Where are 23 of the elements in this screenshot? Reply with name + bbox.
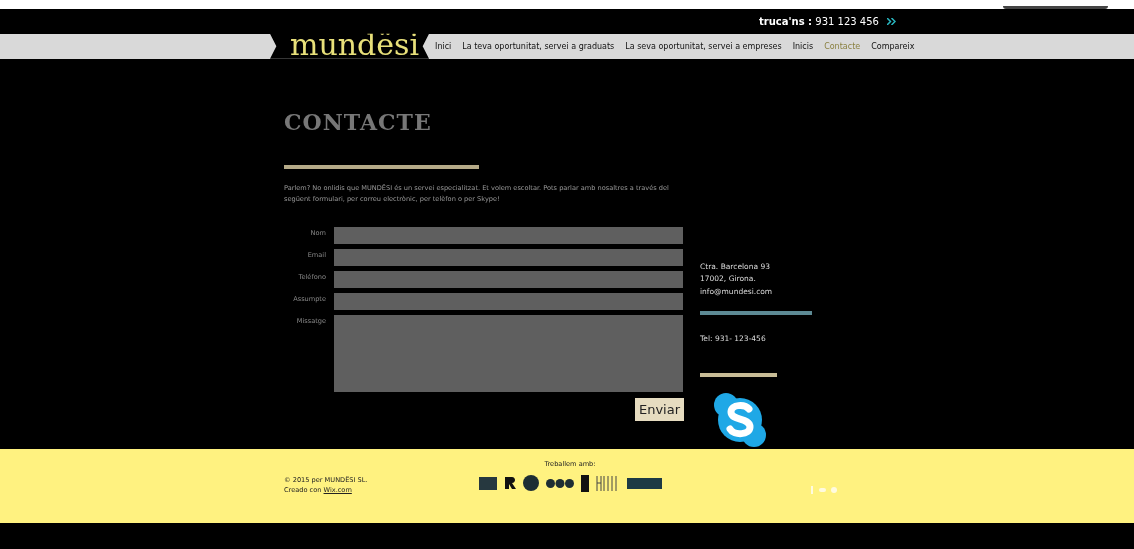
partner-logo bbox=[478, 476, 497, 490]
partner-logo bbox=[522, 475, 539, 492]
logo[interactable]: mundësi bbox=[290, 31, 420, 57]
send-button[interactable]: Enviar bbox=[634, 397, 684, 421]
partner-logo bbox=[545, 478, 574, 488]
partner-logo bbox=[626, 477, 662, 489]
page-title: CONTACTE bbox=[284, 108, 433, 135]
input-field[interactable] bbox=[334, 292, 683, 310]
input-field[interactable] bbox=[334, 226, 683, 244]
nav-link[interactable]: Inici bbox=[435, 41, 452, 51]
message-field[interactable] bbox=[334, 314, 683, 392]
nav-link[interactable]: Compareix bbox=[871, 41, 915, 51]
double-chevron-icon bbox=[886, 18, 896, 26]
input-field[interactable] bbox=[334, 270, 683, 288]
partner-logo bbox=[503, 476, 516, 491]
phone-text: truca'ns : 931 123 456 bbox=[759, 16, 879, 28]
input-field[interactable] bbox=[334, 248, 683, 266]
nav-link[interactable]: La teva oportunitat, servei a graduats bbox=[462, 41, 615, 51]
partner-logo bbox=[595, 474, 620, 492]
nav-link[interactable]: La seva oportunitat, servei a empreses bbox=[625, 41, 782, 51]
skype-icon[interactable] bbox=[712, 390, 768, 449]
partner-logo bbox=[580, 474, 589, 492]
nav-link[interactable]: Inicis bbox=[792, 41, 814, 51]
